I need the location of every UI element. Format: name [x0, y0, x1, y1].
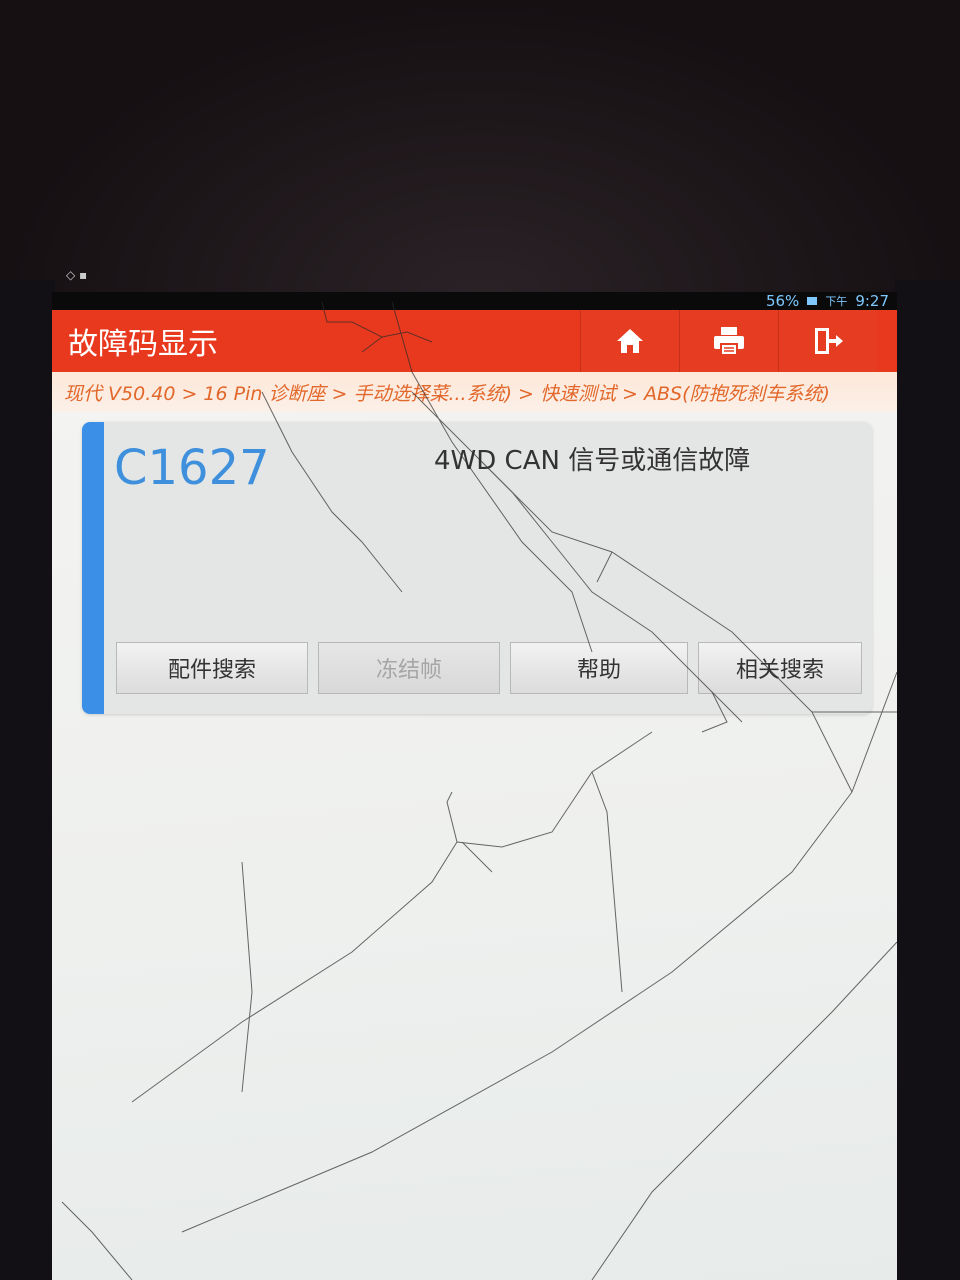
device-screen: 56% 下午 9:27 故障码显示 现代 V50.40 > 16 Pin 诊断座…	[52, 292, 897, 1280]
home-button[interactable]	[580, 310, 679, 372]
device-bezel-top	[0, 0, 960, 300]
device-bezel-left	[0, 280, 55, 1280]
page-title: 故障码显示	[68, 327, 218, 362]
print-button[interactable]	[679, 310, 778, 372]
clock: 9:27	[855, 292, 889, 310]
breadcrumb: 现代 V50.40 > 16 Pin 诊断座 > 手动选择菜...系统) > 快…	[52, 372, 897, 412]
freeze-frame-button[interactable]: 冻结帧	[318, 642, 500, 694]
time-period: 下午	[825, 295, 848, 308]
card-accent-bar	[82, 422, 104, 714]
dtc-card: C1627 4WD CAN 信号或通信故障 配件搜索 冻结帧 帮助 相关搜索	[82, 422, 872, 714]
app-header: 故障码显示	[52, 310, 897, 372]
help-button[interactable]: 帮助	[510, 642, 688, 694]
related-search-button[interactable]: 相关搜索	[698, 642, 862, 694]
home-icon	[617, 329, 643, 353]
dtc-code: C1627	[114, 440, 270, 496]
dtc-description: 4WD CAN 信号或通信故障	[434, 446, 751, 476]
notification-icons: ◇ ▪	[66, 268, 88, 282]
device-bezel-right	[895, 280, 960, 1280]
exit-icon	[815, 328, 843, 354]
battery-icon	[807, 297, 818, 305]
status-bar: 56% 下午 9:27	[52, 292, 897, 310]
exit-button[interactable]	[778, 310, 877, 372]
parts-search-button[interactable]: 配件搜索	[116, 642, 308, 694]
battery-percent: 56%	[765, 292, 800, 310]
print-icon	[714, 327, 744, 356]
